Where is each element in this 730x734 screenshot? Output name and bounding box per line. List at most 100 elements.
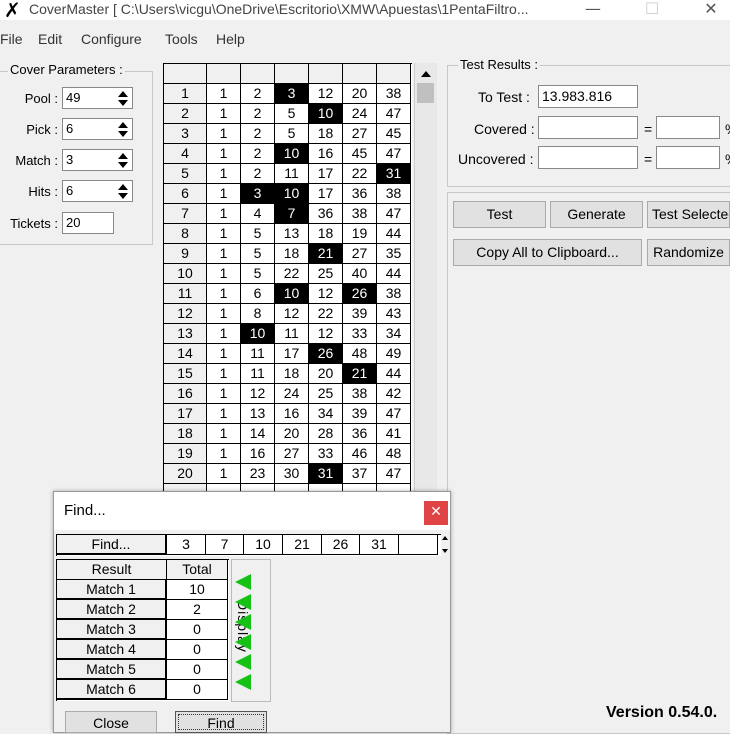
pool-field[interactable]: 49 xyxy=(62,87,133,109)
match-field[interactable]: 3 xyxy=(62,149,133,171)
grid-column-header[interactable] xyxy=(275,64,309,84)
test-button[interactable]: Test xyxy=(453,201,546,228)
grid-row-header[interactable]: 10 xyxy=(164,264,207,284)
grid-cell[interactable]: 22 xyxy=(343,164,377,184)
grid-cell[interactable]: 5 xyxy=(275,104,309,124)
grid-cell[interactable]: 1 xyxy=(207,444,241,464)
grid-cell[interactable]: 38 xyxy=(343,384,377,404)
grid-cell[interactable]: 19 xyxy=(343,224,377,244)
grid-cell[interactable]: 1 xyxy=(207,104,241,124)
to-test-field[interactable]: 13.983.816 xyxy=(538,85,638,108)
grid-cell[interactable]: 27 xyxy=(275,444,309,464)
find-dialog-cancel-button[interactable]: Close xyxy=(65,711,157,733)
grid-cell[interactable]: 34 xyxy=(377,324,411,344)
grid-cell[interactable]: 1 xyxy=(207,124,241,144)
grid-cell[interactable]: 1 xyxy=(207,304,241,324)
grid-cell[interactable]: 2 xyxy=(241,164,275,184)
grid-column-header[interactable] xyxy=(207,64,241,84)
grid-cell[interactable]: 20 xyxy=(275,424,309,444)
grid-cell[interactable]: 26 xyxy=(343,284,377,304)
grid-cell[interactable]: 39 xyxy=(343,304,377,324)
grid-cell[interactable]: 2 xyxy=(241,104,275,124)
grid-cell[interactable]: 47 xyxy=(377,144,411,164)
grid-cell[interactable]: 14 xyxy=(241,424,275,444)
find-number-cell[interactable]: 3 xyxy=(167,535,206,555)
grid-cell[interactable]: 2 xyxy=(241,124,275,144)
result-row-label[interactable]: Match 1 xyxy=(56,579,167,600)
grid-cell[interactable]: 22 xyxy=(309,304,343,324)
grid-cell[interactable]: 46 xyxy=(343,444,377,464)
grid-cell[interactable]: 47 xyxy=(377,104,411,124)
scroll-up-icon[interactable] xyxy=(418,67,434,81)
grid-cell[interactable]: 49 xyxy=(377,344,411,364)
grid-cell[interactable]: 1 xyxy=(207,184,241,204)
grid-cell[interactable]: 39 xyxy=(343,404,377,424)
hits-field[interactable]: 6 xyxy=(62,180,133,202)
tickets-grid[interactable]: 1 1 2 3 12 20 38 2 1 2 5 10 24 47 3 1 2 5 18 27 45 4 1 2 10 16 45 4… xyxy=(163,63,412,494)
grid-cell[interactable]: 1 xyxy=(207,404,241,424)
grid-cell[interactable]: 1 xyxy=(207,164,241,184)
grid-cell[interactable]: 1 xyxy=(207,204,241,224)
grid-cell[interactable]: 12 xyxy=(309,84,343,104)
grid-cell[interactable]: 17 xyxy=(275,344,309,364)
display-panel[interactable]: Display xyxy=(231,559,271,702)
find-numbers-scroll-icon[interactable] xyxy=(439,534,450,555)
grid-row-header[interactable]: 16 xyxy=(164,384,207,404)
grid-cell[interactable]: 10 xyxy=(309,104,343,124)
grid-cell[interactable]: 35 xyxy=(377,244,411,264)
grid-row-header[interactable]: 13 xyxy=(164,324,207,344)
grid-cell[interactable]: 12 xyxy=(309,324,343,344)
menu-tools[interactable]: Tools xyxy=(165,31,198,47)
grid-cell[interactable]: 2 xyxy=(241,84,275,104)
grid-row-header[interactable]: 15 xyxy=(164,364,207,384)
grid-cell[interactable]: 1 xyxy=(207,244,241,264)
grid-cell[interactable]: 33 xyxy=(309,444,343,464)
grid-cell[interactable]: 1 xyxy=(207,464,241,484)
grid-cell[interactable]: 1 xyxy=(207,84,241,104)
pick-field[interactable]: 6 xyxy=(62,118,133,140)
grid-cell[interactable]: 5 xyxy=(241,224,275,244)
display-arrow-icon[interactable] xyxy=(235,574,251,590)
grid-row-header[interactable]: 18 xyxy=(164,424,207,444)
grid-cell[interactable]: 38 xyxy=(377,84,411,104)
grid-cell[interactable]: 12 xyxy=(275,304,309,324)
grid-cell[interactable]: 1 xyxy=(207,264,241,284)
menu-help[interactable]: Help xyxy=(216,31,245,47)
menu-edit[interactable]: Edit xyxy=(38,31,62,47)
grid-cell[interactable]: 43 xyxy=(377,304,411,324)
grid-cell[interactable]: 13 xyxy=(275,224,309,244)
display-arrow-icon[interactable] xyxy=(235,594,251,610)
grid-column-header[interactable] xyxy=(377,64,411,84)
grid-cell[interactable]: 18 xyxy=(309,124,343,144)
grid-cell[interactable]: 2 xyxy=(241,144,275,164)
grid-row-header[interactable]: 20 xyxy=(164,464,207,484)
grid-cell[interactable]: 1 xyxy=(207,224,241,244)
grid-row-header[interactable]: 12 xyxy=(164,304,207,324)
grid-cell[interactable]: 1 xyxy=(207,364,241,384)
grid-cell[interactable]: 18 xyxy=(275,244,309,264)
grid-cell[interactable]: 33 xyxy=(343,324,377,344)
display-arrow-icon[interactable] xyxy=(235,674,251,690)
grid-cell[interactable]: 1 xyxy=(207,424,241,444)
find-number-cell[interactable] xyxy=(399,535,438,555)
grid-column-header[interactable] xyxy=(343,64,377,84)
grid-cell[interactable]: 1 xyxy=(207,284,241,304)
grid-cell[interactable]: 28 xyxy=(309,424,343,444)
grid-cell[interactable]: 24 xyxy=(275,384,309,404)
grid-cell[interactable]: 47 xyxy=(377,404,411,424)
find-number-cell[interactable]: 31 xyxy=(360,535,399,555)
grid-cell[interactable]: 27 xyxy=(343,124,377,144)
grid-cell[interactable]: 5 xyxy=(241,264,275,284)
grid-cell[interactable]: 17 xyxy=(309,164,343,184)
grid-column-header[interactable] xyxy=(241,64,275,84)
grid-cell[interactable]: 8 xyxy=(241,304,275,324)
grid-cell[interactable]: 24 xyxy=(343,104,377,124)
grid-cell[interactable]: 21 xyxy=(309,244,343,264)
grid-cell[interactable]: 27 xyxy=(343,244,377,264)
grid-cell[interactable]: 12 xyxy=(241,384,275,404)
find-numbers-button[interactable]: Find... xyxy=(56,534,167,555)
grid-row-header[interactable]: 9 xyxy=(164,244,207,264)
grid-cell[interactable]: 3 xyxy=(275,84,309,104)
grid-cell[interactable]: 11 xyxy=(275,164,309,184)
grid-cell[interactable]: 30 xyxy=(275,464,309,484)
